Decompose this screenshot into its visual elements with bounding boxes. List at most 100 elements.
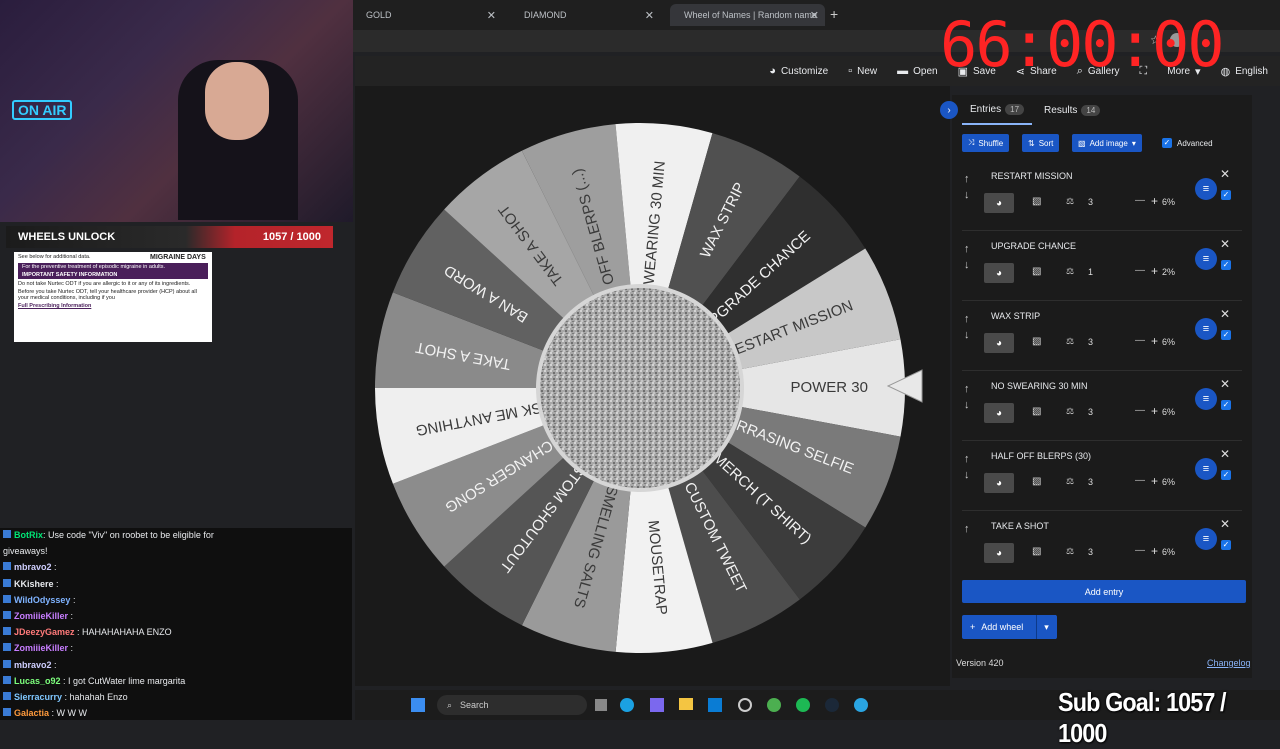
image-icon[interactable]: ▧: [1032, 406, 1041, 417]
sort-button[interactable]: ⇅ Sort: [1022, 134, 1060, 152]
chat-username[interactable]: Galactia: [14, 708, 49, 718]
chat-username[interactable]: Lucas_o92: [14, 676, 61, 686]
entry-weight[interactable]: 3: [1088, 407, 1093, 417]
chat-username[interactable]: ZomiiieKiller: [14, 611, 68, 621]
increase-weight-button[interactable]: +: [1151, 264, 1158, 278]
new-button[interactable]: ▫ New: [848, 65, 877, 77]
entry-name[interactable]: UPGRADE CHANCE: [991, 241, 1076, 251]
decrease-weight-button[interactable]: —: [1135, 545, 1145, 556]
chat-username[interactable]: Sierracurry: [14, 692, 62, 702]
chat-username[interactable]: ZomiiieKiller: [14, 643, 68, 653]
move-up-icon[interactable]: ↑: [964, 523, 970, 535]
palette-icon[interactable]: ◕: [984, 193, 1014, 213]
ad-prescribing-link[interactable]: Full Prescribing Information: [18, 301, 208, 309]
entry-name[interactable]: NO SWEARING 30 MIN: [991, 381, 1088, 391]
close-icon[interactable]: ✕: [1220, 447, 1230, 461]
entry-enabled-checkbox[interactable]: ✓: [1221, 540, 1231, 550]
move-down-icon[interactable]: ↓: [964, 189, 970, 201]
close-icon[interactable]: ✕: [1220, 307, 1230, 321]
entry-enabled-checkbox[interactable]: ✓: [1221, 190, 1231, 200]
increase-weight-button[interactable]: +: [1151, 474, 1158, 488]
increase-weight-button[interactable]: +: [1151, 404, 1158, 418]
windows-start-icon[interactable]: [411, 698, 425, 712]
chat-username[interactable]: JDeezyGamez: [14, 627, 75, 637]
entry-weight[interactable]: 3: [1088, 197, 1093, 207]
entry-weight[interactable]: 3: [1088, 477, 1093, 487]
move-down-icon[interactable]: ↓: [964, 469, 970, 481]
browser-tab-diamond[interactable]: DIAMOND ✕: [510, 4, 660, 26]
chat-username[interactable]: mbravo2: [14, 660, 52, 670]
add-wheel-menu-chevron-icon[interactable]: ▾: [1036, 615, 1056, 639]
entry-options-icon[interactable]: ≡: [1195, 388, 1217, 410]
increase-weight-button[interactable]: +: [1151, 334, 1158, 348]
entry-options-icon[interactable]: ≡: [1195, 178, 1217, 200]
chat-username[interactable]: WildOdyssey: [14, 595, 70, 605]
customize-button[interactable]: ◕ Customize: [769, 65, 828, 77]
entry-options-icon[interactable]: ≡: [1195, 458, 1217, 480]
open-button[interactable]: ▬ Open: [897, 65, 937, 77]
entry-weight[interactable]: 3: [1088, 337, 1093, 347]
chrome-icon[interactable]: [767, 698, 781, 712]
move-down-icon[interactable]: ↓: [964, 259, 970, 271]
spotify-icon[interactable]: [796, 698, 810, 712]
browser-tab-gold[interactable]: GOLD ✕: [352, 4, 502, 26]
move-up-icon[interactable]: ↑: [964, 453, 970, 465]
entry-name[interactable]: TAKE A SHOT: [991, 521, 1049, 531]
wheel-center-image[interactable]: [540, 288, 740, 488]
changelog-link[interactable]: Changelog: [1207, 658, 1251, 668]
close-icon[interactable]: ✕: [1220, 517, 1230, 531]
entry-options-icon[interactable]: ≡: [1195, 248, 1217, 270]
image-icon[interactable]: ▧: [1032, 546, 1041, 557]
entry-weight[interactable]: 3: [1088, 547, 1093, 557]
tab-results[interactable]: Results 14: [1036, 104, 1108, 116]
entry-name[interactable]: RESTART MISSION: [991, 171, 1073, 181]
clock-app-icon[interactable]: [738, 698, 752, 712]
tab-entries[interactable]: Entries 17: [962, 95, 1033, 125]
language-button[interactable]: ◍ English: [1221, 65, 1268, 78]
palette-icon[interactable]: ◕: [984, 473, 1014, 493]
new-tab-button[interactable]: +: [830, 6, 838, 22]
entry-weight[interactable]: 1: [1088, 267, 1093, 277]
close-icon[interactable]: ✕: [645, 9, 654, 22]
add-image-button[interactable]: ▧ Add image ▾: [1072, 134, 1142, 152]
entry-name[interactable]: HALF OFF BLERPS (30): [991, 451, 1091, 461]
image-icon[interactable]: ▧: [1032, 196, 1041, 207]
image-icon[interactable]: ▧: [1032, 476, 1041, 487]
wheel[interactable]: POWER 30EMBARRASING SELFIEMERCH (T SHIRT…: [370, 118, 910, 658]
store-icon[interactable]: [708, 698, 722, 712]
move-up-icon[interactable]: ↑: [964, 243, 970, 255]
palette-icon[interactable]: ◕: [984, 263, 1014, 283]
steam-icon[interactable]: [825, 698, 839, 712]
advanced-checkbox[interactable]: ✓ Advanced: [1162, 138, 1213, 148]
move-up-icon[interactable]: ↑: [964, 173, 970, 185]
add-entry-button[interactable]: Add entry: [962, 580, 1246, 603]
entry-enabled-checkbox[interactable]: ✓: [1221, 330, 1231, 340]
image-icon[interactable]: ▧: [1032, 336, 1041, 347]
close-icon[interactable]: ✕: [810, 9, 819, 22]
image-icon[interactable]: ▧: [1032, 266, 1041, 277]
entry-options-icon[interactable]: ≡: [1195, 528, 1217, 550]
chat-username[interactable]: mbravo2: [14, 562, 52, 572]
decrease-weight-button[interactable]: —: [1135, 405, 1145, 416]
entry-options-icon[interactable]: ≡: [1195, 318, 1217, 340]
palette-icon[interactable]: ◕: [984, 543, 1014, 563]
ad-banner[interactable]: See below for additional data. MIGRAINE …: [14, 252, 212, 342]
move-up-icon[interactable]: ↑: [964, 383, 970, 395]
collapse-panel-icon[interactable]: ›: [940, 101, 958, 119]
entry-enabled-checkbox[interactable]: ✓: [1221, 400, 1231, 410]
decrease-weight-button[interactable]: —: [1135, 265, 1145, 276]
file-explorer-icon[interactable]: [679, 698, 693, 710]
palette-icon[interactable]: ◕: [984, 333, 1014, 353]
move-down-icon[interactable]: ↓: [964, 329, 970, 341]
task-view-icon[interactable]: [595, 699, 607, 711]
move-up-icon[interactable]: ↑: [964, 313, 970, 325]
chat-username[interactable]: KKishere: [14, 579, 54, 589]
decrease-weight-button[interactable]: —: [1135, 475, 1145, 486]
close-icon[interactable]: ✕: [1220, 377, 1230, 391]
entry-enabled-checkbox[interactable]: ✓: [1221, 260, 1231, 270]
browser-tab-wheel[interactable]: Wheel of Names | Random name ✕: [670, 4, 825, 26]
decrease-weight-button[interactable]: —: [1135, 335, 1145, 346]
palette-icon[interactable]: ◕: [984, 403, 1014, 423]
close-icon[interactable]: ✕: [487, 9, 496, 22]
entry-name[interactable]: WAX STRIP: [991, 311, 1040, 321]
